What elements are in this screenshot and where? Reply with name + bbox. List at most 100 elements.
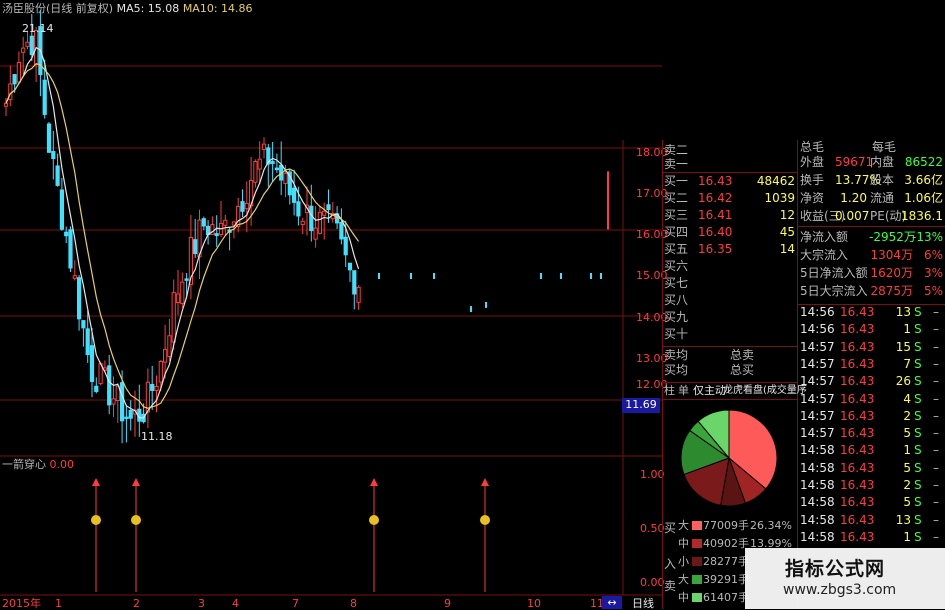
candle-body [274, 167, 279, 171]
tick-dash: – [933, 339, 939, 354]
buy-level-label: 买十 [664, 327, 689, 341]
pie-volume: 39291手 [703, 573, 749, 586]
buy-level-label: 买六 [664, 259, 689, 273]
tick-dash: – [933, 305, 939, 319]
tick-price: 16.43 [840, 478, 875, 492]
candle-body [158, 360, 163, 383]
stat-value: 0.007 [835, 209, 870, 223]
tick-time: 14:58 [800, 443, 835, 458]
tab-single[interactable]: 单 [678, 384, 689, 397]
buy-price[interactable]: 16.40 [698, 225, 732, 239]
candle-body [89, 345, 95, 382]
tick-side: S [914, 460, 922, 475]
buy-price[interactable]: 16.41 [698, 208, 732, 222]
tick-row: 14:58 16.43 2 S – [797, 477, 945, 494]
candle-body [339, 221, 344, 240]
tick-price: 16.43 [840, 391, 875, 406]
candle-body [55, 165, 60, 186]
candlestick-chart[interactable] [0, 0, 662, 609]
tick-dash: – [933, 322, 939, 337]
buy-level-label: 买二 [664, 191, 689, 205]
tab-active-only[interactable]: 仅主动 [693, 384, 726, 397]
candle-body [51, 151, 56, 160]
tick-price: 16.43 [840, 426, 875, 441]
candle-body [257, 158, 262, 170]
candle-body [317, 211, 322, 234]
stat-value: 13.77% [835, 173, 881, 187]
signal-dot-icon [369, 515, 379, 525]
candle-body [12, 74, 17, 85]
date-label: 8 [350, 597, 357, 610]
candle-body [72, 275, 77, 279]
candle-body [175, 293, 181, 303]
date-label: 10 [527, 597, 541, 610]
signal-dot-icon [131, 515, 141, 525]
candle-body [81, 320, 86, 329]
candle-body [193, 239, 198, 255]
stat-label: 流通 [870, 191, 895, 205]
candle-body [470, 306, 472, 313]
tick-dash: – [933, 495, 939, 510]
stat-label: 净资 [800, 191, 825, 205]
tick-price: 16.43 [840, 512, 875, 527]
tick-row: 14:58 16.43 1 S – [797, 442, 945, 459]
candle-body [253, 160, 258, 183]
total-sell-label: 总卖 [730, 348, 755, 362]
tick-row: 14:58 16.43 1 S – [797, 529, 945, 546]
stat-label: 换手 [800, 173, 825, 187]
stat-value: 86522 [904, 155, 943, 169]
tick-volume: 4 [903, 391, 911, 406]
tick-time: 14:58 [800, 478, 835, 492]
tick-volume: 13 [895, 512, 911, 527]
tick-side: S [914, 512, 922, 527]
flow-value: 1620万 [870, 266, 913, 280]
date-label: 2015年 [2, 597, 41, 610]
indicator-tick: 0.50 [640, 522, 665, 535]
low-price-marker: 11.18 [141, 430, 173, 443]
pie-color-swatch [692, 575, 702, 584]
buy-level-label: 买八 [664, 293, 689, 307]
tick-dash: – [933, 460, 939, 475]
stat-label: 内盘 [870, 155, 895, 169]
period-button[interactable]: 日线 [632, 597, 654, 610]
tick-dash: – [933, 356, 939, 371]
tick-side: S [914, 391, 922, 406]
tick-volume: 15 [895, 339, 911, 354]
tab-dragon-tiger[interactable]: 龙虎看盘(成交量序 [723, 384, 807, 397]
candle-body [201, 218, 206, 227]
candle-body [560, 273, 562, 279]
watermark-url: www.zbgs3.com [783, 582, 897, 598]
buy-level-label: 买一 [664, 174, 689, 188]
pie-size-label: 大 [678, 573, 689, 586]
tick-price: 16.43 [840, 374, 875, 389]
flow-percent: 6% [923, 248, 943, 262]
pie-volume: 77009手 [703, 519, 749, 532]
candle-body [25, 41, 30, 47]
buy-price[interactable]: 16.43 [698, 174, 732, 188]
tick-row: 14:57 16.43 26 S – [797, 373, 945, 390]
buy-level-label: 买五 [664, 242, 689, 256]
buy-level-label: 买九 [664, 310, 689, 324]
candle-body [343, 236, 348, 256]
candle-body [167, 335, 172, 358]
candle-body [378, 273, 380, 279]
tick-dash: – [933, 391, 939, 406]
up-arrow-icon [132, 478, 140, 486]
buy-level-label: 买七 [664, 276, 689, 290]
tick-side: S [914, 478, 922, 492]
tick-dash: – [933, 408, 939, 423]
buy-price[interactable]: 16.35 [698, 242, 732, 256]
high-price-marker: 21.14 [22, 22, 54, 35]
indicator-tick: 0.00 [640, 576, 665, 589]
tick-volume: 5 [903, 426, 911, 441]
side-label: 卖 [664, 579, 677, 593]
tab-bar[interactable]: 柱 [664, 384, 675, 397]
buy-price[interactable]: 16.42 [698, 191, 732, 205]
candle-body [600, 273, 602, 279]
scroll-arrows-button[interactable]: ↔ [602, 596, 622, 609]
tick-price: 16.43 [840, 529, 875, 544]
tick-time: 14:58 [800, 460, 835, 475]
candle-body [29, 35, 34, 56]
candle-body [270, 161, 275, 164]
tick-row: 14:58 16.43 13 S – [797, 512, 945, 529]
